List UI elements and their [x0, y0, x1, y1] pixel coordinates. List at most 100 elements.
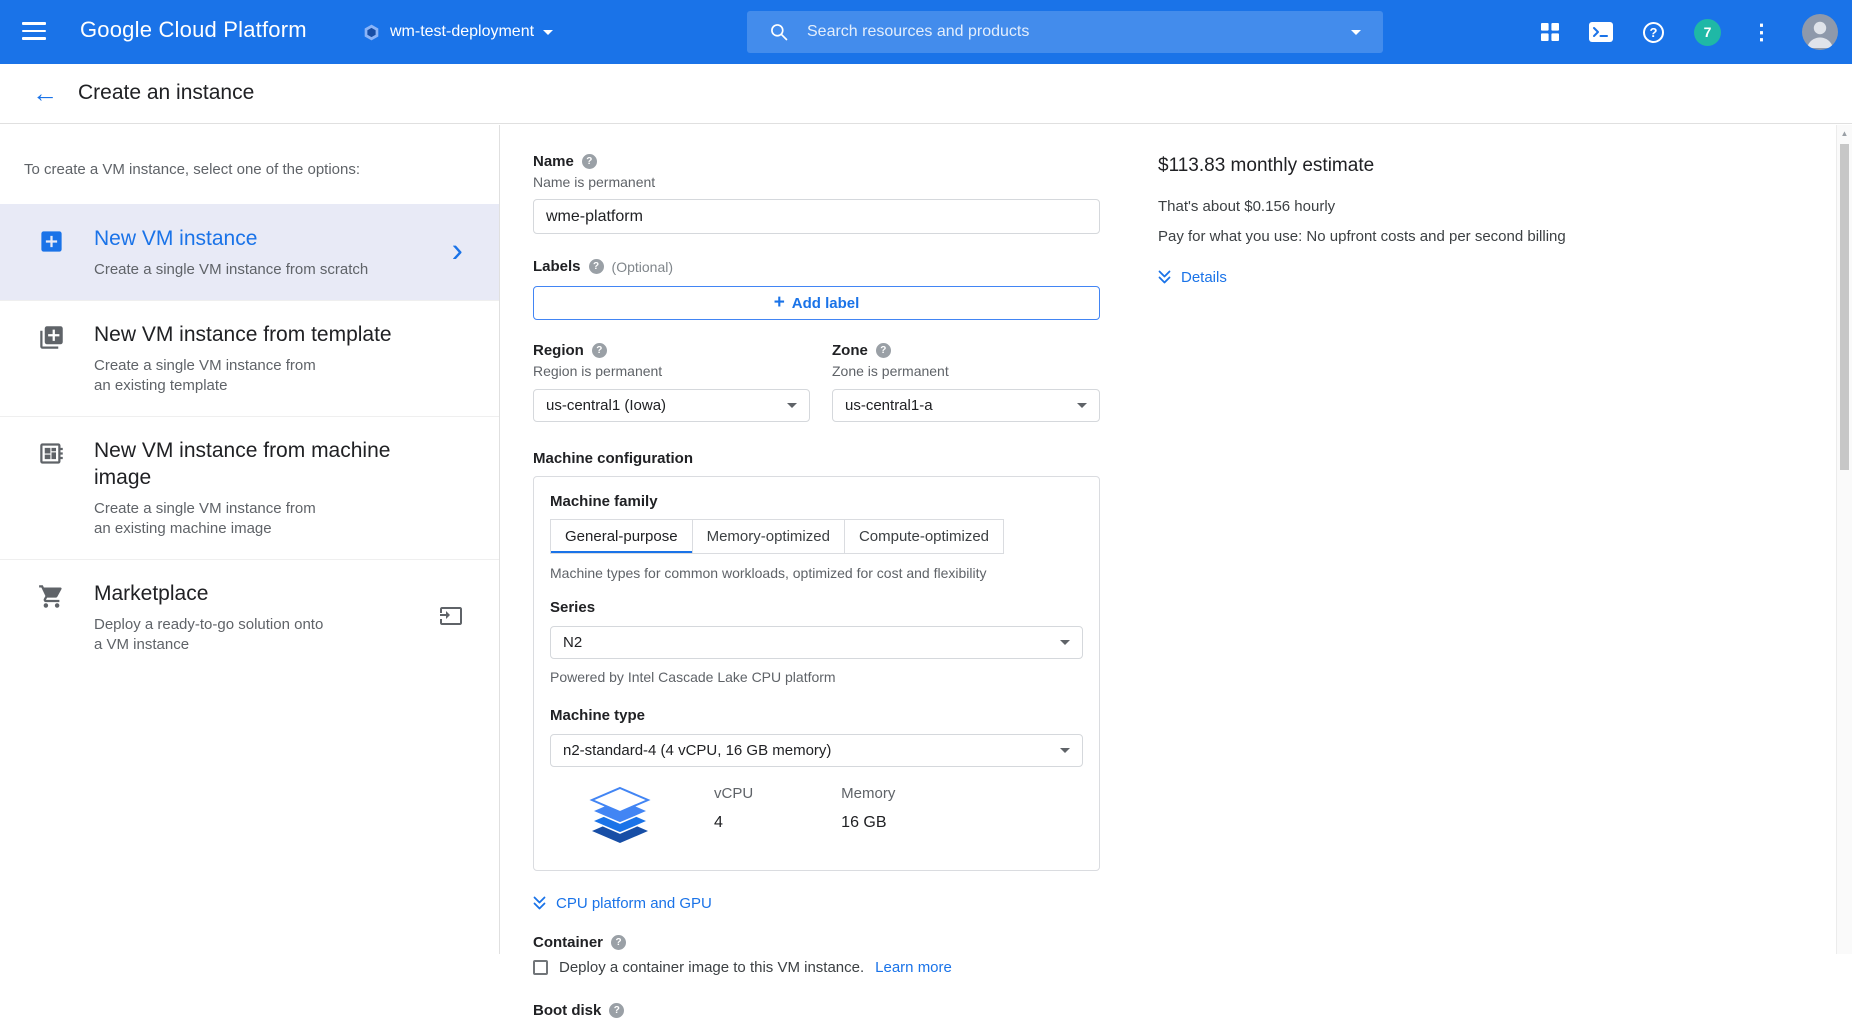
- estimate-details-expander[interactable]: Details: [1158, 269, 1227, 286]
- region-help-icon[interactable]: ?: [592, 343, 607, 358]
- add-label-button[interactable]: + Add label: [533, 286, 1100, 320]
- machine-configuration-title: Machine configuration: [533, 450, 1100, 467]
- learn-more-link[interactable]: Learn more: [875, 959, 952, 976]
- chevron-down-icon: [1077, 403, 1087, 408]
- add-label-text: Add label: [792, 295, 860, 312]
- create-instance-form: Name ? Name is permanent Labels ? (Optio…: [533, 125, 1100, 1019]
- gcp-logo[interactable]: Google Cloud Platform: [80, 17, 307, 43]
- region-select[interactable]: us-central1 (Iowa): [533, 389, 810, 422]
- machine-type-select[interactable]: n2-standard-4 (4 vCPU, 16 GB memory): [550, 734, 1083, 767]
- option-title: New VM instance from template: [94, 321, 392, 348]
- name-note: Name is permanent: [533, 174, 1100, 190]
- tab-compute-optimized[interactable]: Compute-optimized: [844, 519, 1004, 554]
- estimate-billing-note: Pay for what you use: No upfront costs a…: [1158, 228, 1628, 245]
- scrollbar-thumb[interactable]: [1840, 144, 1849, 470]
- series-value: N2: [563, 634, 582, 651]
- project-selector[interactable]: wm-test-deployment: [362, 0, 553, 64]
- apps-grid-icon[interactable]: [1541, 23, 1559, 41]
- option-subtitle: Create a single VM instance from scratch: [94, 260, 368, 280]
- option-subtitle: Create a single VM instance from an exis…: [94, 499, 390, 539]
- machine-family-label: Machine family: [550, 493, 1083, 510]
- boot-disk-label: Boot disk: [533, 1002, 601, 1019]
- machine-family-tabs: General-purpose Memory-optimized Compute…: [550, 519, 1083, 554]
- option-new-vm-from-machine-image[interactable]: New VM instance from machine image Creat…: [0, 416, 499, 559]
- details-text: Details: [1181, 269, 1227, 286]
- scrollbar-track[interactable]: ▲: [1836, 125, 1852, 954]
- cpu-platform-gpu-text: CPU platform and GPU: [556, 895, 712, 912]
- memory-value: 16 GB: [841, 814, 895, 832]
- deploy-container-checkbox[interactable]: [533, 960, 548, 975]
- zone-help-icon[interactable]: ?: [876, 343, 891, 358]
- notifications-badge[interactable]: 7: [1694, 19, 1721, 46]
- tab-memory-optimized[interactable]: Memory-optimized: [692, 519, 845, 554]
- name-help-icon[interactable]: ?: [582, 154, 597, 169]
- machine-spec-row: vCPU 4 Memory 16 GB: [550, 785, 1083, 852]
- boot-disk-help-icon[interactable]: ?: [609, 1003, 624, 1018]
- labels-optional: (Optional): [612, 259, 673, 275]
- option-subtitle: Deploy a ready-to-go solution onto a VM …: [94, 615, 323, 655]
- vcpu-value: 4: [714, 814, 753, 832]
- chevron-down-icon: [1060, 640, 1070, 645]
- page-title: Create an instance: [78, 81, 254, 105]
- option-title: New VM instance from machine image: [94, 437, 390, 491]
- memory-label: Memory: [841, 785, 895, 802]
- option-marketplace[interactable]: Marketplace Deploy a ready-to-go solutio…: [0, 559, 499, 675]
- search-input[interactable]: Search resources and products: [747, 11, 1383, 53]
- series-select[interactable]: N2: [550, 626, 1083, 659]
- zone-label: Zone: [832, 342, 868, 359]
- cost-estimate-panel: $113.83 monthly estimate That's about $0…: [1158, 125, 1628, 286]
- tab-general-purpose[interactable]: General-purpose: [550, 519, 693, 554]
- add-box-icon: [38, 225, 68, 280]
- machine-configuration-card: Machine family General-purpose Memory-op…: [533, 476, 1100, 871]
- machine-family-description: Machine types for common workloads, opti…: [550, 565, 1083, 581]
- option-title: New VM instance: [94, 225, 368, 252]
- series-note: Powered by Intel Cascade Lake CPU platfo…: [550, 669, 1083, 685]
- chevron-right-icon: ›: [452, 233, 463, 267]
- help-icon[interactable]: ?: [1643, 22, 1664, 43]
- avatar[interactable]: [1802, 14, 1838, 50]
- add-from-template-icon: [38, 321, 68, 396]
- vcpu-label: vCPU: [714, 785, 753, 802]
- top-header: Google Cloud Platform wm-test-deployment…: [0, 0, 1852, 64]
- back-arrow-icon[interactable]: ←: [32, 78, 58, 108]
- cloud-shell-icon[interactable]: [1589, 22, 1613, 42]
- scrollbar-up-button[interactable]: ▲: [1837, 125, 1852, 141]
- chevron-down-icon: [1060, 748, 1070, 753]
- project-icon: [362, 23, 381, 42]
- menu-icon[interactable]: [22, 22, 46, 42]
- labels-help-icon[interactable]: ?: [589, 259, 604, 274]
- machine-type-label: Machine type: [550, 707, 1083, 724]
- zone-select[interactable]: us-central1-a: [832, 389, 1100, 422]
- double-chevron-down-icon: [533, 896, 546, 911]
- region-label: Region: [533, 342, 584, 359]
- name-label: Name: [533, 153, 574, 170]
- container-label: Container: [533, 934, 603, 951]
- estimate-hourly: That's about $0.156 hourly: [1158, 198, 1628, 215]
- cpu-platform-gpu-expander[interactable]: CPU platform and GPU: [533, 895, 712, 912]
- chevron-down-icon: [543, 30, 553, 35]
- options-sidebar: To create a VM instance, select one of t…: [0, 125, 500, 954]
- region-note: Region is permanent: [533, 363, 810, 379]
- layers-icon: [586, 785, 654, 852]
- container-help-icon[interactable]: ?: [611, 935, 626, 950]
- chevron-down-icon: [787, 403, 797, 408]
- name-input[interactable]: [533, 199, 1100, 234]
- search-icon: [769, 22, 789, 42]
- search-scope-chevron-icon[interactable]: [1351, 30, 1361, 35]
- plus-icon: +: [774, 293, 785, 312]
- option-subtitle: Create a single VM instance from an exis…: [94, 356, 392, 396]
- open-marketplace-icon[interactable]: [439, 604, 463, 633]
- zone-value: us-central1-a: [845, 397, 933, 414]
- double-chevron-down-icon: [1158, 270, 1171, 285]
- sidebar-instruction: To create a VM instance, select one of t…: [0, 125, 499, 204]
- option-new-vm-instance[interactable]: New VM instance Create a single VM insta…: [0, 204, 499, 300]
- more-options-icon[interactable]: ⋮: [1751, 22, 1772, 43]
- zone-note: Zone is permanent: [832, 363, 1100, 379]
- option-new-vm-from-template[interactable]: New VM instance from template Create a s…: [0, 300, 499, 416]
- estimate-title: $113.83 monthly estimate: [1158, 155, 1628, 177]
- machine-image-icon: [38, 437, 68, 539]
- deploy-container-text: Deploy a container image to this VM inst…: [559, 959, 864, 976]
- labels-label: Labels: [533, 258, 581, 275]
- series-label: Series: [550, 599, 1083, 616]
- region-value: us-central1 (Iowa): [546, 397, 666, 414]
